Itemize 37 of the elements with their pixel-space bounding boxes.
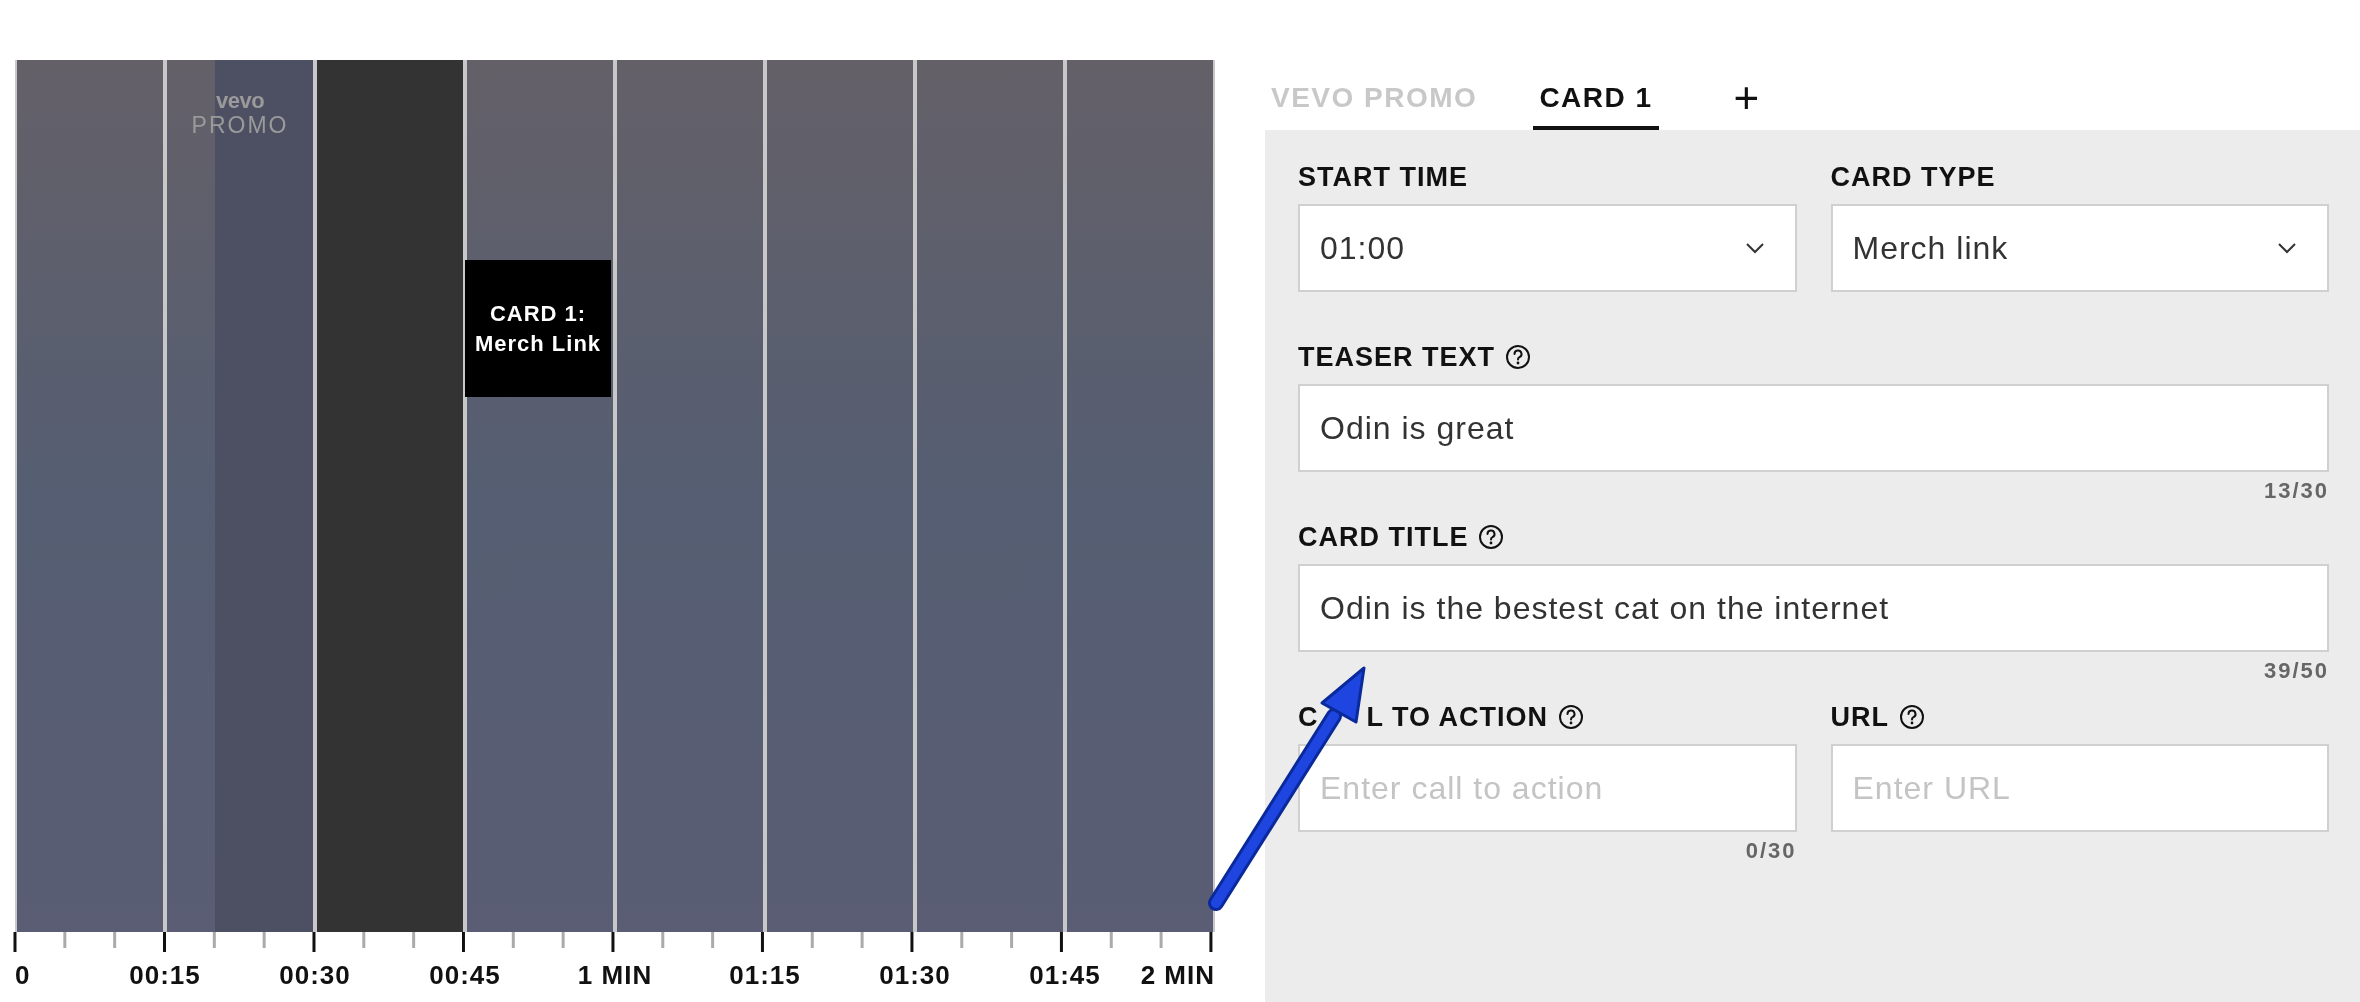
- time-label: 00:45: [429, 960, 501, 990]
- field-label: CARD TITLE: [1298, 521, 1469, 553]
- time-label: 1 MIN: [577, 960, 653, 990]
- text-field[interactable]: Odin is the bestest cat on the internet: [1298, 564, 2329, 652]
- dropdown[interactable]: Merch link: [1830, 204, 2329, 292]
- promo-label: PROMO: [191, 112, 289, 138]
- time-label: 01:30: [879, 960, 951, 990]
- chevron-down-icon: [2277, 242, 2297, 254]
- card-title: CARD 1:: [489, 299, 587, 328]
- time-label: 01:45: [1029, 960, 1101, 990]
- field-label: TEASER TEXT: [1298, 341, 1496, 373]
- time-label: 01:15: [729, 960, 801, 990]
- time-label: 0: [15, 960, 31, 990]
- card-type: Merch Link: [474, 329, 602, 358]
- field-label: CARD TYPE: [1830, 161, 1996, 193]
- help-icon[interactable]: [1505, 344, 1532, 370]
- field-label: URL: [1830, 701, 1889, 733]
- text-field[interactable]: Odin is great: [1298, 384, 2329, 472]
- text-field[interactable]: Enter URL: [1830, 744, 2329, 832]
- character-count: 39/50: [2263, 658, 2329, 685]
- card-marker[interactable]: CARD 1: Merch Link: [465, 260, 611, 397]
- character-count: 13/30: [2263, 478, 2329, 505]
- add-tab-button[interactable]: +: [1733, 76, 1760, 130]
- help-icon[interactable]: [1478, 524, 1505, 550]
- field-label: L TO ACTION: [1366, 701, 1548, 733]
- help-icon[interactable]: [1558, 704, 1584, 730]
- time-label: 00:30: [279, 960, 351, 990]
- time-label: 00:15: [129, 960, 201, 990]
- time-label: 2 MIN: [1140, 960, 1215, 991]
- field-label: START TIME: [1298, 161, 1468, 193]
- text-field[interactable]: Enter call to action: [1298, 744, 1797, 832]
- dropdown[interactable]: 01:00: [1298, 204, 1797, 292]
- chevron-down-icon: [1744, 242, 1765, 254]
- field-label: C: [1298, 701, 1319, 733]
- help-icon[interactable]: [1899, 704, 1925, 730]
- character-count: 0/30: [1745, 838, 1797, 865]
- promo-logo: vevo: [215, 90, 265, 112]
